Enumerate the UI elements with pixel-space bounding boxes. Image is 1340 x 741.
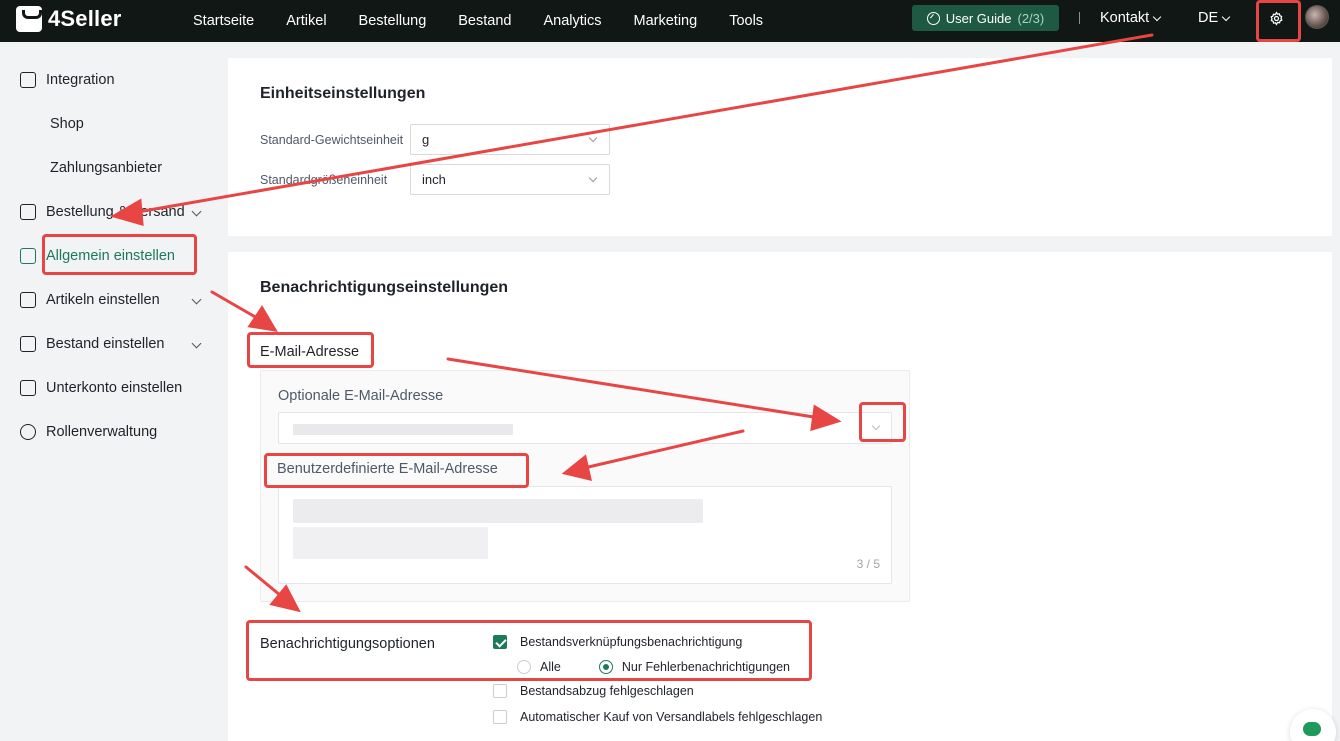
sidebar-item-bestand[interactable]: Bestand einstellen: [20, 332, 165, 356]
nav-bestellung[interactable]: Bestellung: [359, 13, 427, 29]
upload-icon: [20, 292, 36, 308]
sidebar-item-rollenverwaltung[interactable]: Rollenverwaltung: [20, 420, 157, 444]
redacted-email: [293, 424, 513, 435]
character-counter: 3 / 5: [856, 557, 880, 571]
sidebar-item-label: Artikeln einstellen: [46, 292, 160, 308]
checkbox-checked[interactable]: [493, 635, 507, 649]
sidebar-item-label: Integration: [46, 72, 115, 88]
option-label: Bestandsabzug fehlgeschlagen: [520, 684, 694, 698]
sidebar-item-artikeln[interactable]: Artikeln einstellen: [20, 288, 160, 312]
contact-dropdown[interactable]: Kontakt: [1100, 10, 1162, 26]
warehouse-icon: [20, 336, 36, 352]
chevron-down-icon: [588, 133, 598, 143]
redacted-email: [293, 499, 703, 523]
sidebar-item-bestellung-versand[interactable]: Bestellung & Versand: [20, 200, 185, 224]
weight-unit-select[interactable]: g: [410, 124, 610, 155]
optional-email-select[interactable]: [278, 412, 892, 444]
sidebar-item-integration[interactable]: Integration: [20, 68, 115, 92]
sidebar-item-zahlungsanbieter[interactable]: Zahlungsanbieter: [50, 156, 162, 180]
sidebar-item-label: Allgemein einstellen: [46, 248, 175, 264]
user-guide-label: User Guide: [945, 10, 1012, 26]
sidebar-item-label: Unterkonto einstellen: [46, 380, 183, 396]
custom-email-textarea[interactable]: 3 / 5: [278, 486, 892, 584]
user-icon: [20, 424, 36, 440]
redacted-email: [293, 527, 488, 559]
chevron-down-icon: [588, 173, 598, 183]
optional-email-label: Optionale E-Mail-Adresse: [278, 388, 444, 404]
sidebar-item-allgemein[interactable]: Allgemein einstellen: [20, 244, 175, 268]
sidebar-item-label: Bestellung & Versand: [46, 204, 185, 220]
notification-scope-radio-group: Alle Nur Fehlerbenachrichtigungen: [517, 660, 790, 674]
email-address-label: E-Mail-Adresse: [260, 344, 360, 360]
contact-label: Kontakt: [1100, 10, 1150, 26]
settings-doc-icon: [20, 248, 36, 264]
weight-unit-value: g: [422, 132, 430, 147]
brand-name: 4Seller: [48, 6, 122, 31]
logo-icon: [16, 6, 42, 32]
size-unit-value: inch: [422, 172, 446, 187]
checkbox[interactable]: [493, 684, 507, 698]
sidebar: Integration Shop Zahlungsanbieter Bestel…: [0, 42, 215, 741]
gear-icon: [1269, 10, 1283, 26]
nav-artikel[interactable]: Artikel: [286, 13, 326, 29]
language-dropdown[interactable]: DE: [1198, 10, 1231, 26]
user-guide-button[interactable]: User Guide (2/3): [912, 5, 1059, 31]
chevron-down-icon: [1221, 12, 1231, 21]
sidebar-item-unterkonto[interactable]: Unterkonto einstellen: [20, 376, 182, 400]
option-stock-link[interactable]: Bestandsverknüpfungsbenachrichtigung: [493, 635, 742, 649]
nav-tools[interactable]: Tools: [729, 13, 763, 29]
nav-marketing[interactable]: Marketing: [634, 13, 698, 29]
nav-startseite[interactable]: Startseite: [193, 13, 254, 29]
top-navigation-bar: 4Seller Startseite Artikel Bestellung Be…: [0, 0, 1340, 42]
radio-errors-only[interactable]: [598, 660, 613, 674]
option-label: Automatischer Kauf von Versandlabels feh…: [520, 710, 823, 724]
store-icon: [20, 72, 36, 88]
order-icon: [20, 204, 36, 220]
units-title: Einheitseinstellungen: [260, 85, 426, 102]
main-nav: Startseite Artikel Bestellung Bestand An…: [193, 0, 795, 42]
option-label: Bestandsverknüpfungsbenachrichtigung: [520, 635, 743, 649]
language-label: DE: [1198, 10, 1219, 26]
avatar[interactable]: [1305, 5, 1329, 29]
settings-gear-button[interactable]: [1263, 6, 1289, 30]
compass-icon: [926, 11, 940, 25]
size-unit-label: Standardgrößeneinheit: [260, 173, 388, 187]
sidebar-item-label: Zahlungsanbieter: [50, 160, 163, 176]
radio-errors-label: Nur Fehlerbenachrichtigungen: [621, 660, 791, 674]
subaccount-icon: [20, 380, 36, 396]
chevron-down-icon: [191, 206, 202, 217]
logo[interactable]: 4Seller: [16, 6, 122, 32]
option-label-purchase-failed[interactable]: Automatischer Kauf von Versandlabels feh…: [493, 710, 822, 724]
notifications-title: Benachrichtigungseinstellungen: [260, 279, 509, 296]
sidebar-item-label: Rollenverwaltung: [46, 424, 158, 440]
divider: [1079, 12, 1080, 24]
custom-email-label: Benutzerdefinierte E-Mail-Adresse: [277, 461, 498, 477]
nav-bestand[interactable]: Bestand: [458, 13, 511, 29]
notification-options-label: Benachrichtigungsoptionen: [260, 636, 435, 652]
size-unit-select[interactable]: inch: [410, 164, 610, 195]
chevron-down-icon: [1152, 12, 1162, 21]
chevron-down-icon: [191, 338, 202, 349]
chevron-down-icon: [191, 294, 202, 305]
sidebar-item-label: Bestand einstellen: [46, 336, 165, 352]
sidebar-item-label: Shop: [50, 116, 84, 132]
nav-analytics[interactable]: Analytics: [543, 13, 601, 29]
weight-unit-label: Standard-Gewichtseinheit: [260, 133, 404, 147]
user-guide-progress: (2/3): [1017, 10, 1045, 26]
checkbox[interactable]: [493, 710, 507, 724]
radio-all-label: Alle: [540, 660, 561, 674]
sidebar-item-shop[interactable]: Shop: [50, 112, 84, 136]
option-stock-deduction-failed[interactable]: Bestandsabzug fehlgeschlagen: [493, 684, 694, 698]
radio-all[interactable]: [517, 660, 531, 674]
